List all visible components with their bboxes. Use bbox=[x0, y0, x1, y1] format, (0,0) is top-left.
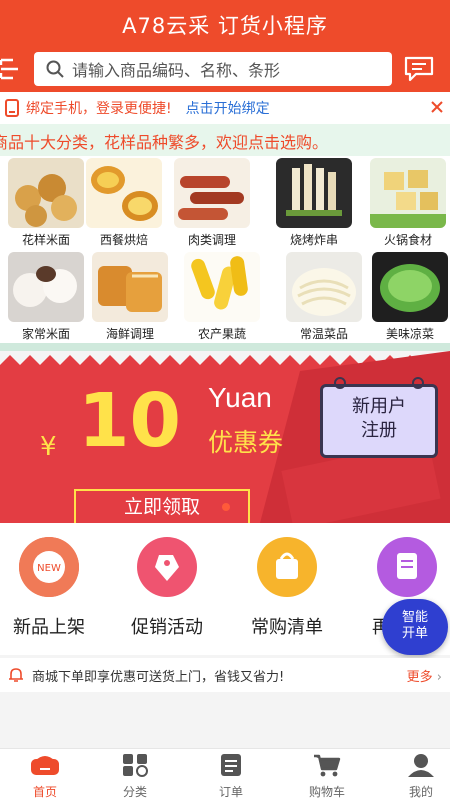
search-icon bbox=[46, 60, 64, 78]
category-label: 花样米面 bbox=[21, 233, 70, 247]
category-image bbox=[370, 158, 446, 228]
category-image bbox=[8, 252, 84, 322]
smart-order-button[interactable]: 智能 开单 bbox=[382, 599, 448, 655]
category-item[interactable]: 西餐烘焙 bbox=[82, 158, 166, 250]
tab-cart[interactable]: 购物车 bbox=[282, 753, 372, 800]
bind-phone-text: 绑定手机，登录更便捷! bbox=[26, 101, 172, 117]
message-icon[interactable] bbox=[404, 56, 434, 82]
category-label: 常温菜品 bbox=[299, 327, 348, 341]
close-icon[interactable] bbox=[430, 100, 444, 114]
quick-entry-promotions[interactable]: 促销活动 bbox=[112, 537, 222, 639]
tab-label: 首页 bbox=[32, 785, 57, 799]
grid-icon bbox=[123, 754, 148, 777]
category-label: 农产果蔬 bbox=[197, 327, 246, 341]
quick-entry-frequent[interactable]: 常购清单 bbox=[232, 537, 342, 639]
category-image bbox=[8, 158, 84, 228]
category-item[interactable]: 肉类调理 bbox=[170, 158, 254, 250]
app-screen: A78云采 订货小程序 请输入商品编码、名称、条形 绑定手机，登录更便捷! 点击… bbox=[0, 0, 450, 800]
tab-label: 我的 bbox=[408, 785, 433, 799]
category-item[interactable]: 海鲜调理 bbox=[88, 252, 172, 344]
category-item[interactable]: 家常米面 bbox=[4, 252, 88, 344]
tab-label: 购物车 bbox=[308, 785, 345, 799]
category-label: 海鲜调理 bbox=[105, 327, 154, 341]
category-label: 肉类调理 bbox=[187, 233, 236, 247]
category-image bbox=[372, 252, 448, 322]
bell-icon bbox=[9, 668, 23, 682]
app-title: A78云采 订货小程序 bbox=[122, 14, 328, 38]
category-image bbox=[86, 158, 162, 228]
claim-dot bbox=[222, 503, 230, 511]
shopping-bag-icon bbox=[257, 537, 317, 597]
notice-bar[interactable]: 商城下单即享优惠可送货上门，省钱又省力! 更多 › bbox=[0, 658, 450, 692]
category-item[interactable]: 常温菜品 bbox=[282, 252, 366, 344]
claim-button-label: 立即领取 bbox=[123, 496, 200, 518]
tag-icon bbox=[137, 537, 197, 597]
quick-entry-label: 促销活动 bbox=[131, 617, 203, 638]
tab-label: 分类 bbox=[122, 785, 147, 799]
claim-button[interactable]: 立即领取 bbox=[74, 489, 250, 523]
grid-divider bbox=[0, 343, 450, 351]
quick-entry-label: 新品上架 bbox=[13, 617, 85, 638]
coupon-unit: Yuan bbox=[208, 382, 272, 413]
list-icon bbox=[377, 537, 437, 597]
new-user-register-text: 新用户 注册 bbox=[352, 396, 406, 441]
category-label: 美味凉菜 bbox=[385, 327, 434, 341]
scan-icon[interactable] bbox=[0, 58, 22, 80]
category-label: 西餐烘焙 bbox=[99, 233, 148, 247]
category-item[interactable]: 烧烤炸串 bbox=[272, 158, 356, 250]
new-products-icon: NEW bbox=[19, 537, 79, 597]
cart-icon bbox=[314, 754, 341, 777]
quick-entry-label: 常购清单 bbox=[251, 617, 323, 638]
tab-home[interactable]: 首页 bbox=[0, 753, 90, 800]
phone-icon bbox=[5, 99, 19, 117]
marquee-text: 商品十大分类，花样品种繁多，欢迎点击选购。 bbox=[0, 133, 329, 152]
quick-entry-new[interactable]: NEW 新品上架 bbox=[0, 537, 104, 639]
category-grid: 花样米面 西餐烘焙 肉类调理 烧烤炸串 火锅食材 家常米面 海鲜调理 农产果蔬 … bbox=[0, 156, 450, 346]
tag-hanger bbox=[334, 377, 424, 389]
new-user-tag[interactable]: 新用户 注册 bbox=[320, 377, 438, 458]
category-image bbox=[174, 158, 250, 228]
tab-orders[interactable]: 订单 bbox=[186, 753, 276, 800]
home-icon bbox=[31, 756, 59, 775]
announcement-marquee: 商品十大分类，花样品种繁多，欢迎点击选购。 bbox=[0, 124, 450, 156]
more-label: 更多 bbox=[406, 670, 433, 685]
new-badge-text: NEW bbox=[37, 563, 61, 574]
category-image bbox=[92, 252, 168, 322]
header: A78云采 订货小程序 请输入商品编码、名称、条形 bbox=[0, 0, 450, 92]
category-item[interactable]: 火锅食材 bbox=[366, 158, 450, 250]
category-label: 烧烤炸串 bbox=[289, 233, 338, 247]
notice-text: 商城下单即享优惠可送货上门，省钱又省力! bbox=[32, 669, 285, 685]
category-image bbox=[276, 158, 352, 228]
bind-phone-bar: 绑定手机，登录更便捷! 点击开始绑定 bbox=[0, 92, 450, 124]
category-item[interactable]: 花样米面 bbox=[4, 158, 88, 250]
bind-phone-link[interactable]: 点击开始绑定 bbox=[186, 98, 270, 118]
category-label: 火锅食材 bbox=[383, 233, 432, 247]
search-bar[interactable]: 请输入商品编码、名称、条形 bbox=[34, 52, 392, 86]
order-icon bbox=[221, 754, 241, 776]
currency-symbol: ¥ bbox=[40, 432, 57, 462]
category-image bbox=[286, 252, 362, 322]
more-link[interactable]: 更多 › bbox=[407, 666, 442, 685]
category-label: 家常米面 bbox=[21, 327, 70, 341]
category-image bbox=[184, 252, 260, 322]
coupon-amount: 10 bbox=[78, 378, 181, 464]
tab-bar: 首页 分类 订单 购物车 我的 bbox=[0, 748, 450, 800]
category-item[interactable]: 美味凉菜 bbox=[368, 252, 450, 344]
category-item[interactable]: 农产果蔬 bbox=[180, 252, 264, 344]
tab-category[interactable]: 分类 bbox=[90, 753, 180, 800]
chevron-right-icon: › bbox=[436, 670, 442, 685]
coupon-label: 优惠券 bbox=[208, 428, 284, 457]
search-input[interactable]: 请输入商品编码、名称、条形 bbox=[72, 57, 280, 81]
user-icon bbox=[408, 754, 434, 777]
tab-profile[interactable]: 我的 bbox=[376, 753, 450, 800]
tab-label: 订单 bbox=[218, 785, 243, 799]
